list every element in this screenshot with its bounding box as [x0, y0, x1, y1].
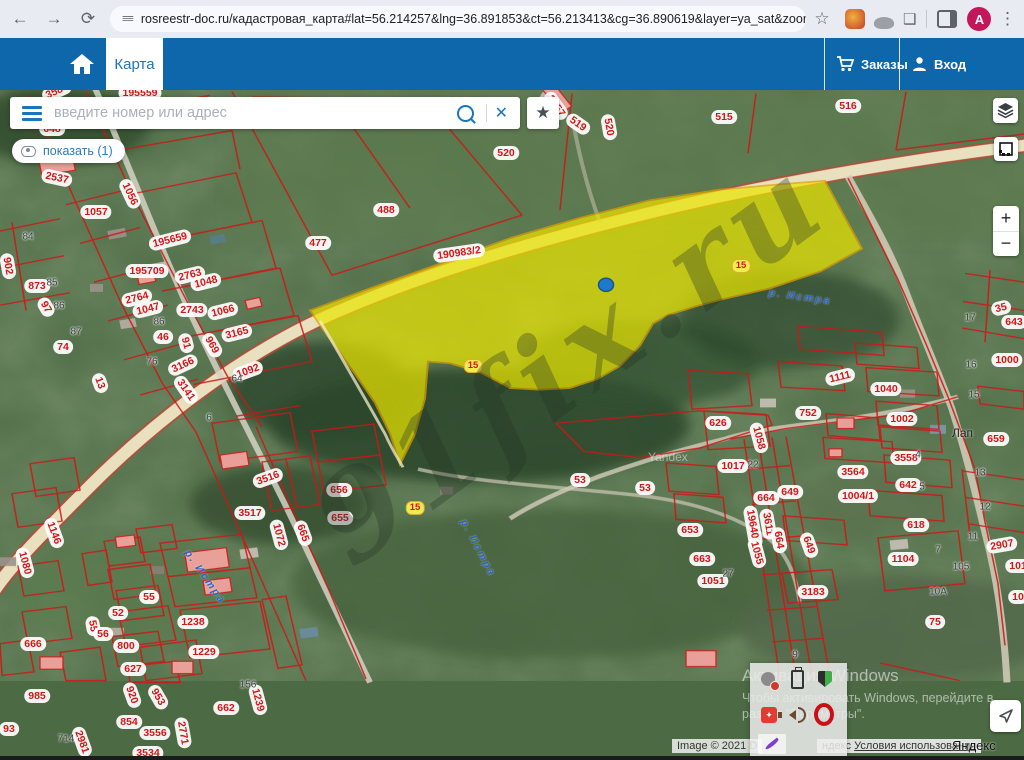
window-bottom-edge — [0, 756, 1024, 760]
search-input[interactable] — [52, 104, 457, 122]
site-info-icon[interactable]: ≡≡ — [122, 13, 133, 25]
extensions-puzzle-icon[interactable]: ❑ — [903, 10, 916, 28]
volume-tray-icon[interactable] — [786, 704, 808, 726]
user-icon — [912, 56, 927, 72]
menu-hamburger-icon[interactable] — [22, 103, 42, 124]
imagery-attribution: Image © 2021 D — [672, 739, 762, 753]
yandex-watermark: Yandex — [648, 450, 688, 464]
home-icon — [69, 52, 95, 76]
map-canvas — [0, 90, 1024, 760]
url-text[interactable]: rosreestr-doc.ru/кадастровая_карта#lat=5… — [141, 12, 806, 26]
toolbar-separator — [926, 10, 927, 28]
side-panel-icon[interactable] — [937, 10, 957, 28]
opera-tray-icon[interactable] — [813, 703, 835, 725]
geolocate-icon — [998, 708, 1014, 724]
zoom-controls: + − — [993, 206, 1019, 256]
orders-label: Заказы — [861, 57, 908, 72]
search-icon[interactable] — [457, 105, 474, 122]
security-shield-icon[interactable] — [814, 668, 836, 690]
village-name-label: Лап — [952, 426, 973, 440]
header-separator — [824, 38, 825, 90]
map-center-marker — [599, 278, 614, 291]
zoom-in-button[interactable]: + — [993, 206, 1019, 232]
search-bar: ✕ — [10, 97, 520, 129]
search-divider — [486, 104, 487, 122]
login-label: Вход — [934, 57, 966, 72]
usb-tray-icon[interactable] — [786, 668, 808, 690]
eye-icon — [21, 146, 36, 157]
home-button[interactable] — [58, 38, 106, 90]
browser-toolbar: ← → ⟳ ≡≡ rosreestr-doc.ru/кадастровая_ка… — [0, 0, 1024, 38]
show-results-label: показать (1) — [43, 144, 113, 158]
url-bar[interactable]: ≡≡ rosreestr-doc.ru/кадастровая_карта#la… — [110, 6, 806, 32]
system-tray-popup: ✦ — [750, 663, 847, 756]
reload-icon[interactable]: ⟳ — [74, 5, 102, 33]
favorites-button[interactable]: ★ — [527, 97, 559, 129]
login-button[interactable]: Вход — [912, 38, 966, 90]
clear-search-icon[interactable]: ✕ — [495, 103, 508, 123]
geolocate-button[interactable] — [990, 700, 1021, 732]
site-header: Карта Заказы Вход — [0, 38, 1024, 90]
orders-button[interactable]: Заказы — [836, 38, 908, 90]
screen: ← → ⟳ ≡≡ rosreestr-doc.ru/кадастровая_ка… — [0, 0, 1024, 760]
header-separator2 — [899, 38, 900, 90]
extension-icon-2[interactable] — [874, 17, 894, 29]
menu-dots-icon[interactable]: ⋮ — [993, 5, 1021, 33]
layers-icon — [997, 102, 1014, 119]
extension-icon-1[interactable] — [845, 9, 865, 29]
cart-icon — [836, 56, 854, 72]
show-results-button[interactable]: показать (1) — [12, 139, 125, 163]
back-icon[interactable]: ← — [6, 5, 34, 33]
bookmark-star-icon[interactable]: ☆ — [808, 5, 836, 33]
forward-icon[interactable]: → — [40, 5, 68, 33]
browser-actions: ☆ ❑ A ⋮ — [806, 5, 1021, 33]
profile-avatar[interactable]: A — [967, 7, 991, 31]
measure-icon — [998, 141, 1014, 157]
measure-area-button[interactable] — [994, 137, 1018, 161]
layers-button[interactable] — [993, 98, 1018, 123]
tab-map[interactable]: Карта — [106, 38, 163, 90]
network-tray-icon[interactable] — [757, 668, 779, 690]
pen-tray-icon[interactable] — [758, 734, 786, 754]
yandex-logo[interactable]: Яндекс — [952, 738, 996, 753]
zoom-out-button[interactable]: − — [993, 232, 1019, 257]
cadastral-map[interactable]: 1955593584648253710561057255751952052051… — [0, 90, 1024, 760]
